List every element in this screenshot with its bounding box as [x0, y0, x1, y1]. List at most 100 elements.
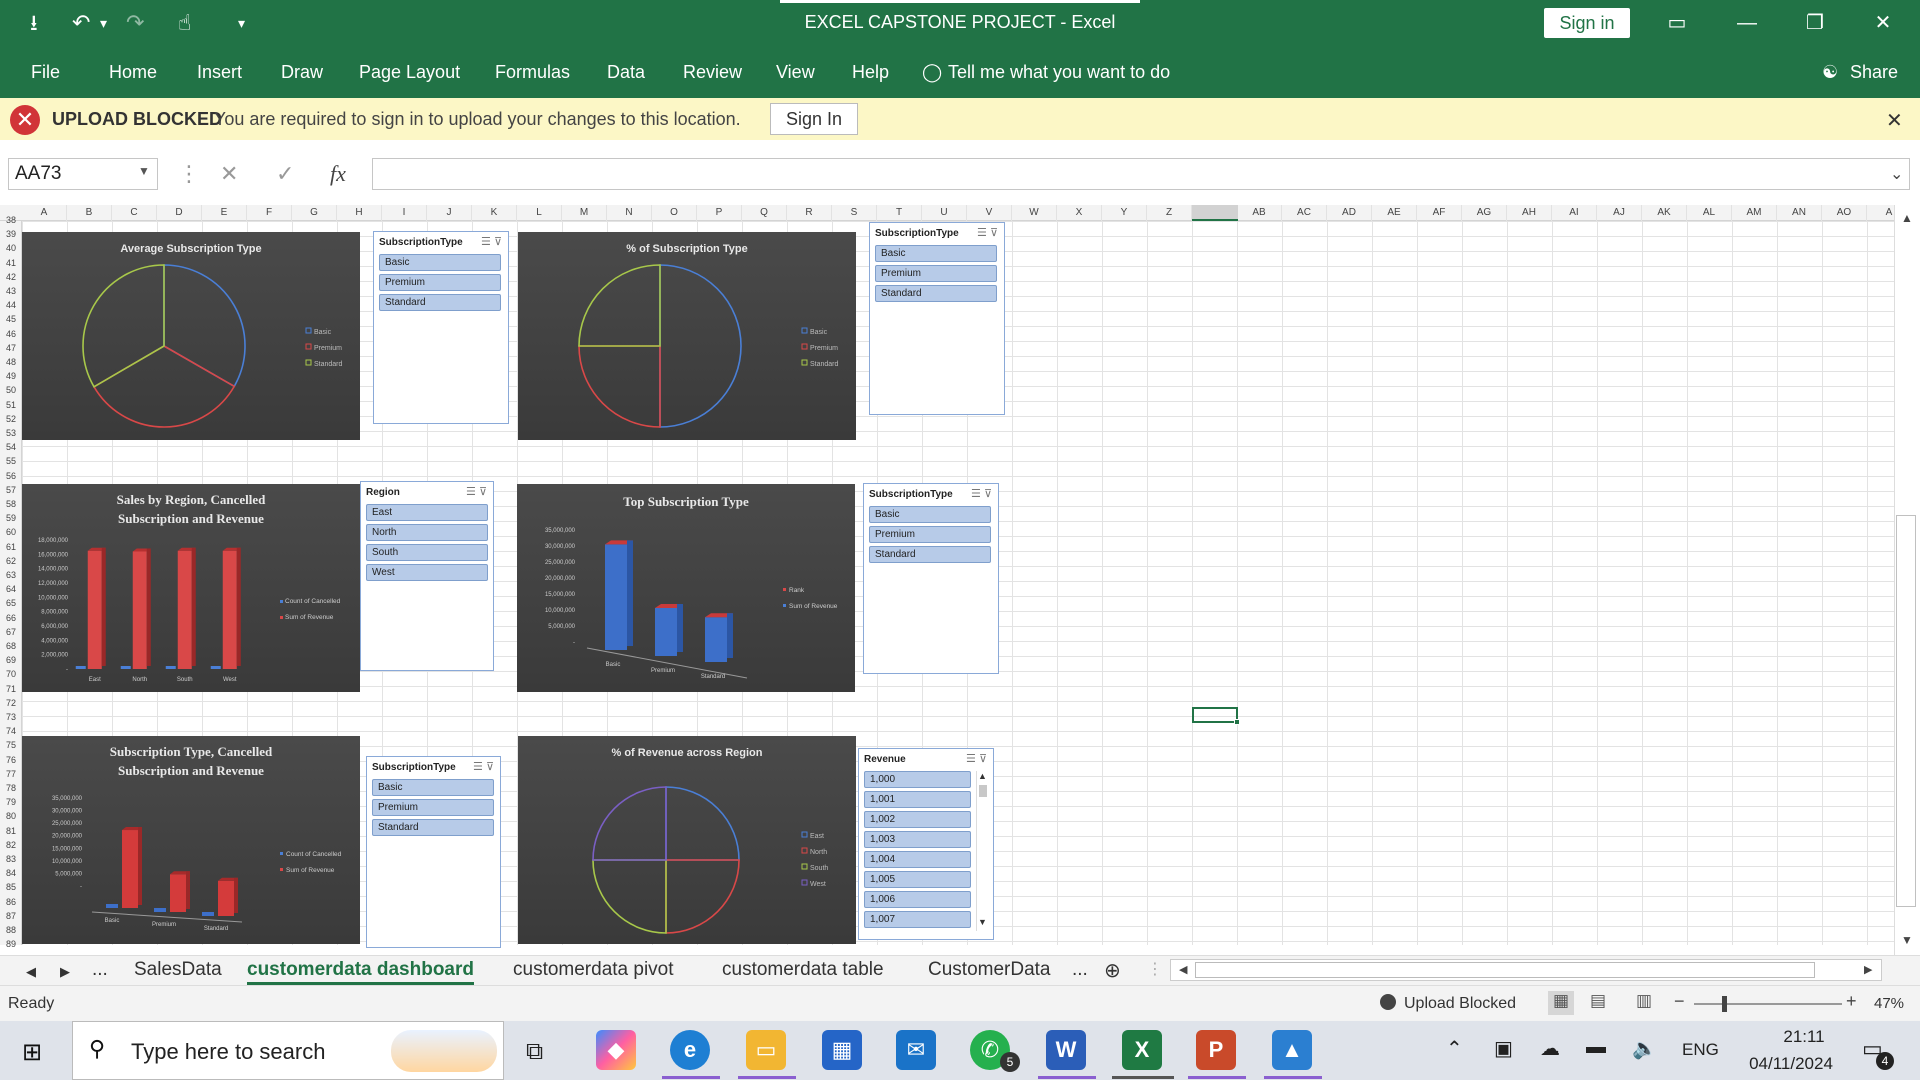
horizontal-scroll-thumb[interactable]	[1195, 962, 1815, 978]
row-header[interactable]: 52	[0, 414, 22, 424]
column-header[interactable]: O	[652, 205, 697, 221]
tell-me-search[interactable]: Tell me what you want to do	[948, 62, 1170, 83]
row-header[interactable]: 72	[0, 698, 22, 708]
tab-salesdata[interactable]: SalesData	[134, 959, 222, 981]
edge-icon[interactable]: e	[670, 1030, 710, 1070]
row-header[interactable]: 44	[0, 300, 22, 310]
name-box-dropdown-icon[interactable]: ▼	[138, 164, 150, 178]
column-header[interactable]: AB	[1237, 205, 1282, 221]
zoom-in-icon[interactable]: +	[1846, 991, 1857, 1012]
column-header[interactable]: AJ	[1597, 205, 1642, 221]
share-button[interactable]: Share	[1850, 62, 1898, 83]
slicer-filter-icons[interactable]: ☰ ⊽	[971, 487, 992, 500]
chart-top-subscription-type[interactable]: Top Subscription Type 35,000,000 30,000,0…	[517, 484, 855, 692]
clock-time[interactable]: 21:11	[1764, 1027, 1844, 1047]
slicer-subscription-type[interactable]: SubscriptionType ☰ ⊽ Basic Premium Stand…	[366, 756, 501, 948]
column-header[interactable]: AE	[1372, 205, 1417, 221]
slicer-scrollbar[interactable]: ▲ ▼	[976, 771, 988, 931]
row-header[interactable]: 83	[0, 854, 22, 864]
slicer-item[interactable]: Standard	[372, 819, 494, 836]
scroll-thumb[interactable]	[979, 785, 987, 797]
column-header[interactable]: Q	[742, 205, 787, 221]
slicer-filter-icons[interactable]: ☰ ⊽	[977, 226, 998, 239]
slicer-filter-icons[interactable]: ☰ ⊽	[466, 485, 487, 498]
column-header[interactable]: L	[517, 205, 562, 221]
zoom-slider-thumb[interactable]	[1722, 996, 1727, 1012]
row-header[interactable]: 63	[0, 570, 22, 580]
row-header[interactable]: 74	[0, 726, 22, 736]
slicer-item[interactable]: Standard	[379, 294, 501, 311]
tab-customerdata-table[interactable]: customerdata table	[722, 959, 884, 981]
column-header[interactable]: AD	[1327, 205, 1372, 221]
column-header[interactable]: S	[832, 205, 877, 221]
slicer-filter-icons[interactable]: ☰ ⊽	[966, 752, 987, 765]
more-sheets-right[interactable]: ...	[1072, 959, 1088, 981]
row-header[interactable]: 60	[0, 527, 22, 537]
slicer-item[interactable]: Premium	[379, 274, 501, 291]
copilot-icon[interactable]: ◆	[596, 1030, 636, 1070]
slicer-item[interactable]: West	[366, 564, 488, 581]
scroll-left-icon[interactable]: ◀	[1179, 963, 1187, 976]
onedrive-icon[interactable]: ☁	[1540, 1036, 1560, 1061]
row-header[interactable]: 67	[0, 627, 22, 637]
vertical-scroll-thumb[interactable]	[1896, 515, 1916, 907]
column-header[interactable]: F	[247, 205, 292, 221]
row-header[interactable]: 68	[0, 641, 22, 651]
tab-home[interactable]: Home	[109, 62, 157, 83]
microsoft-store-icon[interactable]: ▦	[822, 1030, 862, 1070]
zoom-level[interactable]: 47%	[1874, 995, 1904, 1012]
cancel-icon[interactable]: ✕	[220, 161, 238, 187]
slicer-item[interactable]: 1,005	[864, 871, 971, 888]
slicer-item[interactable]: 1,002	[864, 811, 971, 828]
column-header[interactable]: P	[697, 205, 742, 221]
column-header[interactable]: R	[787, 205, 832, 221]
column-header[interactable]: C	[112, 205, 157, 221]
row-header[interactable]: 51	[0, 400, 22, 410]
row-header[interactable]: 89	[0, 939, 22, 949]
column-header[interactable]: H	[337, 205, 382, 221]
more-sheets-left[interactable]: ...	[92, 959, 108, 981]
slicer-item[interactable]: Basic	[875, 245, 997, 262]
battery-icon[interactable]: ▬	[1586, 1036, 1606, 1059]
row-header[interactable]: 75	[0, 740, 22, 750]
slicer-item[interactable]: Premium	[869, 526, 991, 543]
scroll-up-icon[interactable]: ▲	[978, 771, 987, 781]
row-header[interactable]: 78	[0, 783, 22, 793]
scroll-down-icon[interactable]: ▼	[978, 917, 987, 927]
message-close-icon[interactable]: ✕	[1886, 108, 1903, 133]
zoom-out-icon[interactable]: −	[1674, 991, 1685, 1012]
column-header[interactable]: AG	[1462, 205, 1507, 221]
chart-average-subscription-type[interactable]: Average Subscription Type Basic Premium St…	[22, 232, 360, 440]
tab-page-layout[interactable]: Page Layout	[359, 62, 460, 83]
slicer-item[interactable]: 1,006	[864, 891, 971, 908]
column-header[interactable]: U	[922, 205, 967, 221]
chart-percent-subscription-type[interactable]: % of Subscription Type Basic Premium Stand…	[518, 232, 856, 440]
windows-start-icon[interactable]: ⊞	[22, 1038, 42, 1067]
slicer-item[interactable]: North	[366, 524, 488, 541]
row-header[interactable]: 66	[0, 613, 22, 623]
column-header[interactable]: T	[877, 205, 922, 221]
column-header[interactable]: V	[967, 205, 1012, 221]
prev-sheet-icon[interactable]: ◀	[26, 964, 36, 980]
clock-date[interactable]: 04/11/2024	[1736, 1054, 1846, 1074]
column-header[interactable]: W	[1012, 205, 1057, 221]
selected-cell[interactable]	[1192, 707, 1238, 723]
column-header[interactable]: AC	[1282, 205, 1327, 221]
column-header[interactable]: AI	[1552, 205, 1597, 221]
tab-insert[interactable]: Insert	[197, 62, 242, 83]
row-header[interactable]: 39	[0, 229, 22, 239]
row-header[interactable]: 84	[0, 868, 22, 878]
row-header[interactable]: 45	[0, 314, 22, 324]
slicer-item[interactable]: Basic	[869, 506, 991, 523]
row-header[interactable]: 61	[0, 542, 22, 552]
restore-icon[interactable]: ❐	[1790, 8, 1840, 38]
column-header[interactable]: G	[292, 205, 337, 221]
name-box[interactable]: AA73	[8, 158, 158, 190]
column-header[interactable]: AM	[1732, 205, 1777, 221]
column-header[interactable]: AH	[1507, 205, 1552, 221]
slicer-item[interactable]: 1,003	[864, 831, 971, 848]
next-sheet-icon[interactable]: ▶	[60, 964, 70, 980]
row-header[interactable]: 47	[0, 343, 22, 353]
row-header[interactable]: 43	[0, 286, 22, 296]
chart-subscription-type-cancelled[interactable]: Subscription Type, Cancelled Subscriptio…	[22, 736, 360, 944]
